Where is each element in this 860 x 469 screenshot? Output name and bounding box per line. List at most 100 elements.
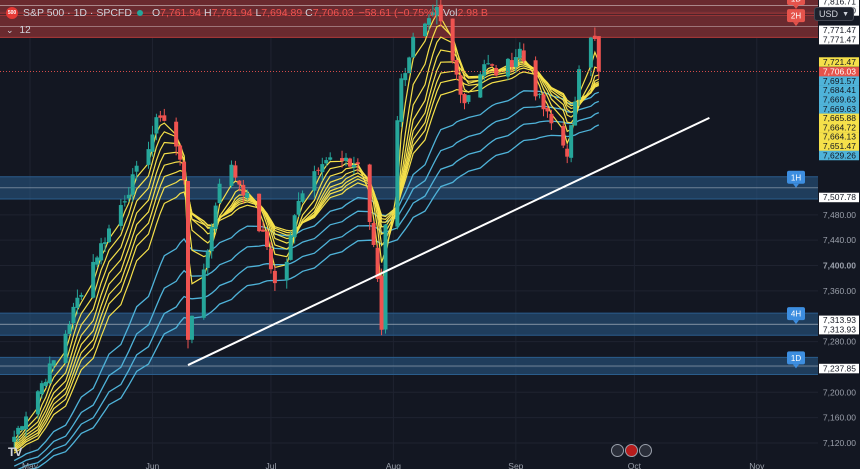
indicators-toggle[interactable]: ⌄ 12 bbox=[6, 25, 31, 36]
zone-layer bbox=[0, 0, 818, 376]
candle-body bbox=[20, 426, 25, 430]
high-value: 7,761.94 bbox=[211, 7, 253, 19]
price-tick-label: 7,280.00 bbox=[823, 337, 856, 347]
candle-body bbox=[186, 181, 190, 340]
candle-body bbox=[596, 36, 601, 72]
price-tick-label: 7,440.00 bbox=[823, 235, 856, 245]
candle-body bbox=[292, 215, 297, 238]
candle-body bbox=[162, 115, 167, 121]
price-tick-label: 7,200.00 bbox=[823, 387, 856, 397]
candle-body bbox=[154, 117, 159, 134]
candle-body bbox=[118, 205, 123, 226]
symbol-title[interactable]: S&P 500 · 1D · SPCFD bbox=[23, 7, 132, 19]
time-tick-label: May bbox=[22, 461, 39, 469]
candle-body bbox=[379, 275, 384, 330]
event-icon[interactable] bbox=[611, 444, 624, 457]
candle-body bbox=[490, 64, 495, 66]
candle-body bbox=[355, 162, 360, 165]
candle-body bbox=[71, 306, 76, 324]
candle-body bbox=[458, 75, 463, 95]
candle-body bbox=[347, 158, 352, 167]
price-label: 7,771.47 bbox=[823, 34, 856, 44]
zone-label: 1D bbox=[791, 354, 801, 363]
candle-body bbox=[229, 164, 234, 186]
candle-body bbox=[233, 165, 238, 178]
candle-body bbox=[509, 60, 514, 68]
candle-body bbox=[505, 58, 510, 77]
candle-body bbox=[395, 120, 400, 227]
moving-average-line bbox=[13, 24, 600, 444]
candle-body bbox=[182, 161, 187, 180]
zone-label: 2H bbox=[791, 12, 801, 21]
price-label: 7,721.47 bbox=[823, 57, 856, 67]
candle-body bbox=[340, 158, 345, 162]
candle-body bbox=[107, 228, 111, 243]
candle-body bbox=[63, 333, 68, 363]
candle-body bbox=[130, 174, 135, 195]
market-status-icon bbox=[136, 10, 143, 16]
candle-body bbox=[241, 184, 246, 196]
candle-body bbox=[146, 149, 151, 165]
price-chart[interactable]: 7,120.007,160.007,200.007,240.007,280.00… bbox=[0, 0, 860, 469]
candle-body bbox=[367, 164, 372, 223]
candle-body bbox=[399, 78, 404, 122]
candle-body bbox=[411, 36, 416, 58]
chevron-down-icon: ▼ bbox=[842, 11, 849, 18]
indicator-count: 12 bbox=[19, 25, 31, 36]
chevron-down-icon: ⌄ bbox=[6, 25, 14, 35]
candle-body bbox=[577, 69, 582, 100]
event-icon[interactable] bbox=[625, 444, 638, 457]
event-icon[interactable] bbox=[639, 444, 652, 457]
candle-body bbox=[533, 60, 538, 97]
time-tick-label: Oct bbox=[628, 461, 642, 469]
candle-body bbox=[43, 381, 48, 386]
currency-select[interactable]: USD ▼ bbox=[814, 7, 854, 21]
candle-body bbox=[423, 23, 427, 37]
price-tick-label: 7,480.00 bbox=[823, 210, 856, 220]
candle-body bbox=[265, 231, 269, 247]
zone-label: 1H bbox=[791, 173, 801, 182]
candle-body bbox=[51, 360, 56, 366]
price-tick-label: 7,160.00 bbox=[823, 413, 856, 423]
sp500-logo[interactable]: 500 bbox=[6, 7, 18, 19]
candle-body bbox=[478, 74, 483, 98]
candle-body bbox=[150, 134, 155, 152]
candle-body bbox=[122, 201, 127, 203]
moving-average-line bbox=[13, 90, 600, 462]
candle-body bbox=[537, 93, 542, 95]
candle-body bbox=[351, 164, 356, 168]
candle-body bbox=[561, 126, 566, 146]
volume-value: 2.98 B bbox=[457, 7, 488, 19]
candle-body bbox=[103, 242, 108, 244]
candle-body bbox=[541, 94, 546, 110]
candle-body bbox=[75, 297, 80, 308]
candle-body bbox=[35, 391, 40, 415]
candle-body bbox=[344, 157, 348, 161]
moving-average-line bbox=[13, 71, 600, 454]
candle-body bbox=[312, 171, 317, 191]
candle-body bbox=[454, 60, 459, 75]
candle-body bbox=[407, 57, 412, 74]
candle-body bbox=[134, 165, 139, 172]
candle-body bbox=[99, 243, 104, 261]
time-tick-label: Sep bbox=[508, 461, 523, 469]
candle-body bbox=[316, 169, 321, 171]
candle-body bbox=[296, 200, 301, 215]
tradingview-logo-icon[interactable]: TV bbox=[8, 445, 22, 459]
close-value: 7,706.03 bbox=[312, 7, 354, 19]
candle-body bbox=[79, 294, 84, 297]
candle-body bbox=[95, 257, 100, 265]
price-tick-label: 7,360.00 bbox=[823, 286, 856, 296]
candle-body bbox=[174, 121, 179, 147]
candle-body bbox=[549, 113, 554, 124]
candle-body bbox=[126, 194, 131, 199]
candle-body bbox=[383, 224, 388, 330]
time-tick-label: Nov bbox=[749, 461, 765, 469]
open-value: 7,761.94 bbox=[160, 7, 201, 19]
price-label: 7,237.85 bbox=[823, 363, 856, 373]
candle-body bbox=[39, 383, 44, 395]
candle-body bbox=[272, 270, 277, 284]
time-axis: May Jun Jul Aug Sep Oct Nov bbox=[22, 461, 765, 469]
candle-body bbox=[494, 67, 499, 76]
candle-body bbox=[565, 148, 570, 157]
